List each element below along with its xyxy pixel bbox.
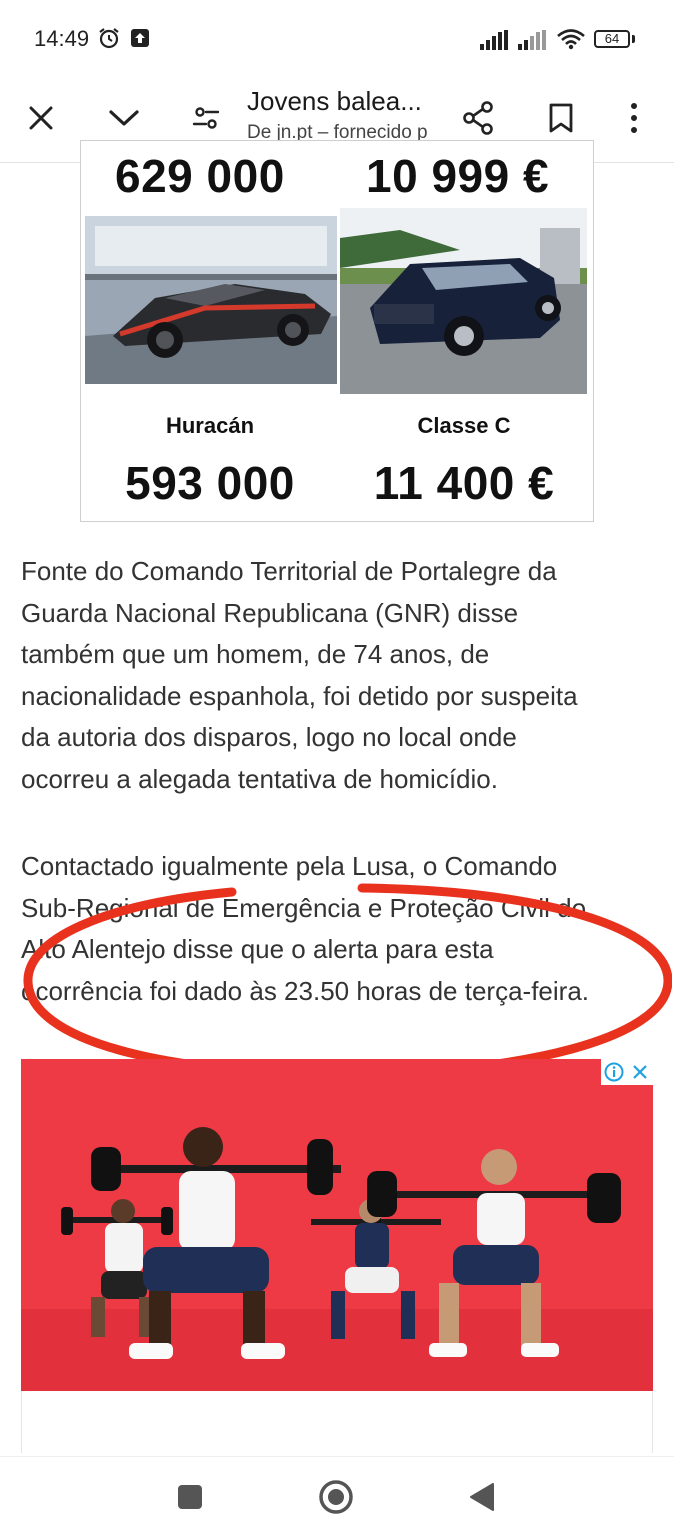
paragraph-line: ocorrência foi dado às 23.50 horas de te… (21, 975, 590, 1006)
paragraph-line: Alto Alentejo disse que o alerta para es… (21, 934, 494, 964)
article-paragraph-1: Fonte do Comando Territorial de Portaleg… (21, 551, 657, 800)
car-name-classe-c: Classe C (417, 413, 511, 438)
bookmark-icon (549, 103, 573, 133)
alarm-icon (99, 28, 119, 49)
page-settings-button[interactable] (182, 94, 230, 142)
ad-close-button[interactable] (627, 1059, 653, 1085)
status-time: 14:49 (34, 26, 90, 51)
car-price-top-left: 629 000 (115, 150, 285, 202)
car-price-widget: 629 000 10 999 € Huracán Classe C 593 00… (80, 140, 594, 522)
paragraph-line: ocorreu a alegada tentativa de homicídio… (21, 763, 498, 794)
car-price-huracan: 593 000 (125, 457, 295, 509)
home-circle-icon (319, 1480, 353, 1514)
article-paragraph-2: Contactado igualmente pela Lusa, o Coman… (21, 846, 657, 1012)
car-price-classe-c: 11 400 € (373, 457, 555, 509)
battery-tip (632, 35, 635, 43)
paragraph-line: Fonte do Comando Territorial de Portaleg… (21, 556, 557, 586)
signal-icon-secondary (518, 30, 546, 50)
paragraph-line: Sub-Regional de Emergência e Proteção Ci… (21, 892, 587, 923)
paragraph-line: Guarda Nacional Republicana (GNR) disse (21, 597, 519, 628)
share-icon (463, 101, 493, 135)
info-icon (604, 1062, 624, 1082)
bookmark-button[interactable] (537, 94, 585, 142)
ad-container-footer (21, 1391, 653, 1453)
close-icon (29, 106, 53, 130)
paragraph-line: também que um homem, de 74 anos, de (21, 639, 490, 669)
system-navigation-bar (0, 1456, 674, 1537)
back-triangle-icon (470, 1483, 494, 1511)
ad-controls (601, 1059, 653, 1085)
paragraph-line: nacionalidade espanhola, foi detido por … (21, 680, 578, 711)
home-button[interactable] (314, 1475, 358, 1519)
car-price-top-right: 10 999 € (366, 150, 550, 202)
wifi-icon (557, 29, 585, 50)
advertisement-banner[interactable] (21, 1059, 653, 1391)
battery-icon: 64 (594, 30, 630, 48)
ad-info-button[interactable] (601, 1059, 627, 1085)
more-options-button[interactable] (610, 94, 658, 142)
car-name-huracan: Huracán (165, 413, 255, 438)
recents-button[interactable] (168, 1475, 212, 1519)
close-button[interactable] (17, 94, 65, 142)
status-bar: 14:49 64 (0, 0, 674, 78)
page-title[interactable]: Jovens balea... (247, 86, 422, 117)
paragraph-line: Contactado igualmente pela Lusa, o Coman… (21, 851, 558, 881)
share-button[interactable] (454, 94, 502, 142)
collapse-button[interactable] (100, 94, 148, 142)
back-button[interactable] (460, 1475, 504, 1519)
close-icon (633, 1065, 647, 1079)
more-vert-icon (631, 103, 637, 133)
chevron-down-icon (109, 110, 139, 126)
signal-icon (480, 30, 508, 50)
upload-notification-icon (131, 29, 149, 47)
car-image-classe-c[interactable] (340, 208, 587, 394)
ad-image (21, 1059, 653, 1391)
paragraph-line: da autoria dos disparos, logo no local o… (21, 722, 517, 752)
car-image-huracan[interactable] (85, 216, 337, 384)
square-icon (178, 1485, 202, 1509)
tune-icon (192, 107, 220, 129)
